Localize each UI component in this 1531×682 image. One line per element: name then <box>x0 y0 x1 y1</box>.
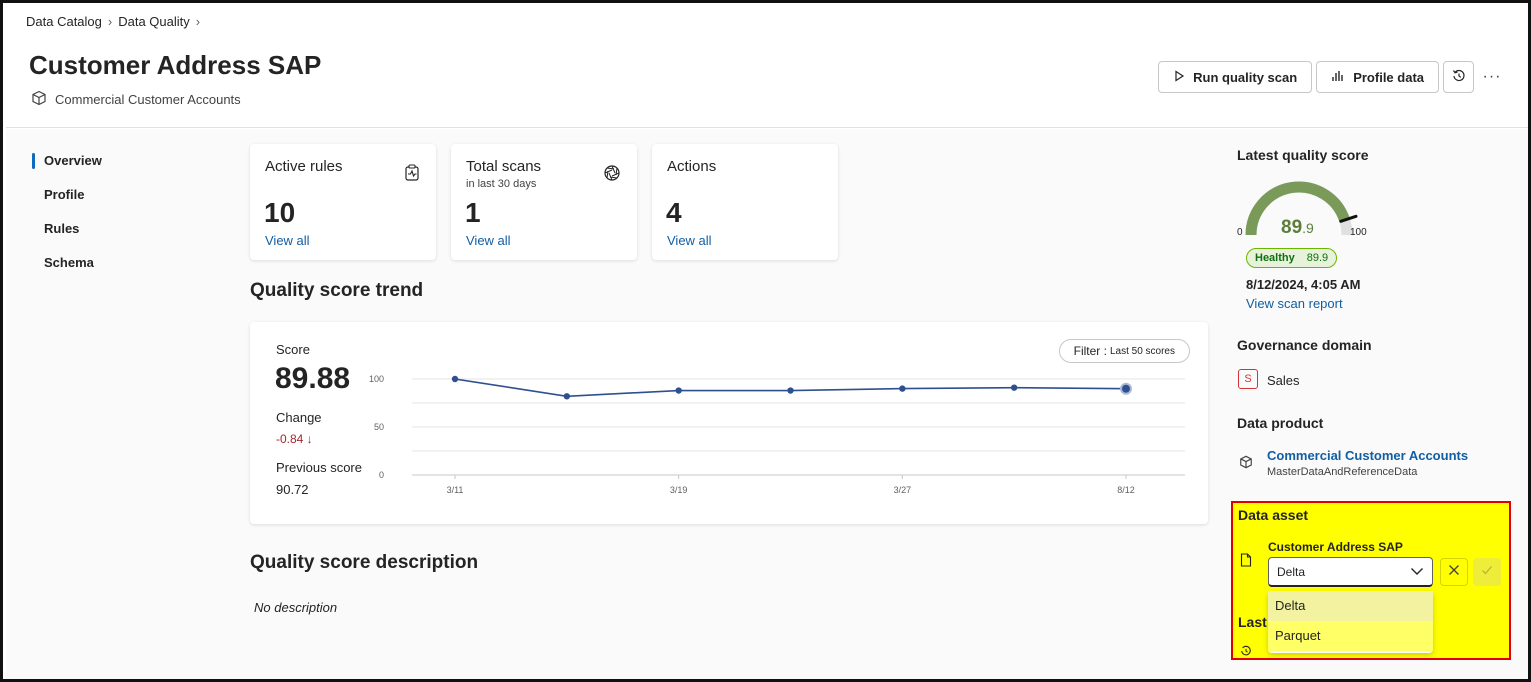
left-nav: Overview Profile Rules Schema <box>32 151 102 287</box>
cube-icon <box>31 90 47 109</box>
profile-data-button[interactable]: Profile data <box>1316 61 1439 93</box>
y-tick-label: 50 <box>374 422 384 432</box>
x-tick-label: 3/19 <box>670 485 688 495</box>
nav-item-profile[interactable]: Profile <box>32 185 102 219</box>
breadcrumb: Data Catalog › Data Quality › <box>26 14 200 29</box>
x-tick-label: 3/11 <box>447 485 464 495</box>
page-title: Customer Address SAP <box>29 50 322 80</box>
header-actions: Run quality scan Profile data ··· <box>1158 61 1506 93</box>
history-button[interactable] <box>1443 61 1474 93</box>
app-frame: Data Catalog › Data Quality › Customer A… <box>0 0 1531 682</box>
nav-item-overview[interactable]: Overview <box>32 151 102 185</box>
governance-domain-title: Governance domain <box>1237 337 1372 353</box>
data-asset-title: Data asset <box>1238 507 1309 523</box>
gauge-max-label: 100 <box>1350 227 1367 238</box>
more-options-icon[interactable]: ··· <box>1478 68 1506 86</box>
total-scans-card: Total scans in last 30 days 1 View all <box>451 144 637 260</box>
format-selected: Delta <box>1277 564 1306 579</box>
quality-trend-card: Score 89.88 Change -0.84 ↓ Previous scor… <box>250 322 1208 524</box>
nav-item-rules[interactable]: Rules <box>32 219 102 253</box>
view-all-link[interactable]: View all <box>265 233 310 248</box>
quality-description-text: No description <box>254 600 338 615</box>
play-icon <box>1173 69 1185 85</box>
quality-description-title: Quality score description <box>250 552 479 573</box>
stat-value: 4 <box>666 197 682 228</box>
option-delta[interactable]: Delta <box>1268 591 1433 621</box>
file-icon <box>1240 553 1252 572</box>
history-icon <box>1452 69 1466 86</box>
score-data-point[interactable] <box>899 385 906 392</box>
format-dropdown-list: Delta Parquet <box>1268 591 1433 653</box>
score-data-point[interactable] <box>1120 382 1132 395</box>
x-tick-label: 3/27 <box>894 485 912 495</box>
confirm-button[interactable] <box>1473 558 1501 586</box>
aperture-icon <box>603 164 621 187</box>
stat-value: 1 <box>465 197 481 228</box>
chevron-right-icon: › <box>107 14 113 29</box>
score-data-point[interactable] <box>1010 384 1018 391</box>
data-asset-highlight: Data asset Customer Address SAP Delta La… <box>1231 501 1511 660</box>
breadcrumb-data-catalog[interactable]: Data Catalog <box>26 14 102 29</box>
domain-name[interactable]: Sales <box>1267 373 1300 388</box>
chevron-down-icon <box>1410 565 1424 579</box>
close-icon <box>1448 563 1460 581</box>
last-section-title: Last <box>1238 614 1267 630</box>
stat-title: Actions <box>667 158 717 175</box>
run-quality-scan-button[interactable]: Run quality scan <box>1158 61 1313 93</box>
status-badge: Healthy 89.9 <box>1246 248 1338 268</box>
page-header: Data Catalog › Data Quality › Customer A… <box>6 6 1528 128</box>
run-quality-scan-label: Run quality scan <box>1193 69 1298 85</box>
scan-date: 8/12/2024, 4:05 AM <box>1246 277 1361 292</box>
quality-trend-title: Quality score trend <box>250 280 424 301</box>
cancel-button[interactable] <box>1440 558 1468 586</box>
data-product-sub: MasterDataAndReferenceData <box>1267 466 1418 478</box>
view-scan-report-link[interactable]: View scan report <box>1246 296 1343 311</box>
active-rules-card: Active rules 10 View all <box>250 144 436 260</box>
stat-subtitle: in last 30 days <box>466 178 537 190</box>
check-icon <box>1481 563 1493 581</box>
status-label: Healthy <box>1255 252 1295 264</box>
data-product-link[interactable]: Commercial Customer Accounts <box>55 92 241 107</box>
history-icon <box>1240 644 1252 662</box>
gauge-score: 89.9 <box>1281 217 1314 239</box>
chevron-right-icon: › <box>195 14 201 29</box>
format-dropdown[interactable]: Delta <box>1268 557 1433 587</box>
profile-data-label: Profile data <box>1353 69 1424 85</box>
y-tick-label: 0 <box>379 470 384 480</box>
cube-icon <box>1239 455 1253 474</box>
score-data-point[interactable] <box>675 387 682 394</box>
score-data-point[interactable] <box>563 393 571 400</box>
nav-item-schema[interactable]: Schema <box>32 253 102 287</box>
option-parquet[interactable]: Parquet <box>1268 621 1433 651</box>
data-product-link[interactable]: Commercial Customer Accounts <box>1267 448 1468 463</box>
quality-trend-chart: 0 50 100 3/11 3/19 3/27 8/12 <box>369 374 1185 495</box>
gauge-score-decimal: .9 <box>1302 220 1314 236</box>
domain-badge: S <box>1238 369 1258 389</box>
stat-title: Active rules <box>265 158 343 175</box>
data-asset-name: Customer Address SAP <box>1268 540 1403 554</box>
latest-score-title: Latest quality score <box>1237 147 1369 163</box>
y-tick-label: 100 <box>369 374 384 384</box>
score-data-point[interactable] <box>451 375 459 383</box>
score-data-point[interactable] <box>787 387 794 394</box>
status-score: 89.9 <box>1306 252 1329 264</box>
stat-value: 10 <box>264 197 296 228</box>
view-all-link[interactable]: View all <box>466 233 511 248</box>
actions-card: Actions 4 View all <box>652 144 838 260</box>
gauge-score-main: 89 <box>1281 217 1303 238</box>
stat-title: Total scans <box>466 158 542 175</box>
breadcrumb-data-quality[interactable]: Data Quality <box>118 14 190 29</box>
rules-icon <box>404 164 420 187</box>
bar-chart-icon <box>1331 70 1345 85</box>
x-tick-label: 8/12 <box>1117 485 1135 495</box>
data-product-title: Data product <box>1237 415 1324 431</box>
gauge-min-label: 0 <box>1237 227 1243 238</box>
page-subtitle: Commercial Customer Accounts <box>31 90 241 109</box>
view-all-link[interactable]: View all <box>667 233 712 248</box>
